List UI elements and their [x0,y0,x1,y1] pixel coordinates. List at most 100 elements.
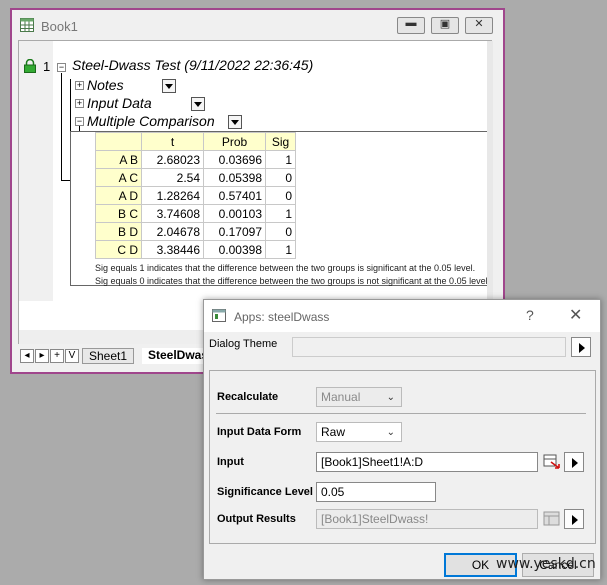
row-label[interactable]: B C [95,204,142,223]
restore-icon: ▣ [439,18,451,30]
sig-value[interactable]: 1 [265,150,296,169]
dialog-close-button[interactable]: ✕ [569,305,582,325]
prob-value[interactable]: 0.17097 [203,222,266,241]
app-window-icon [212,309,226,322]
add-sheet-button[interactable]: + [50,349,64,363]
table-header-row: t Prob Sig [95,132,296,151]
significance-level-field[interactable]: 0.05 [316,482,436,502]
recalculate-select[interactable]: Manual ⌄ [316,387,402,407]
table-row[interactable]: B D 2.04678 0.17097 0 [95,222,296,241]
row-label[interactable]: A C [95,168,142,187]
table-row[interactable]: A B 2.68023 0.03696 1 [95,150,296,169]
report-title: Steel-Dwass Test (9/11/2022 22:36:45) [72,57,314,73]
triangle-right-icon [572,515,578,525]
node-input-data[interactable]: Input Data [87,95,152,111]
theme-menu-button[interactable] [571,337,591,357]
collapse-report-toggle[interactable]: − [57,63,66,72]
input-range-field[interactable]: [Book1]Sheet1!A:D [316,452,538,472]
significance-level-label: Significance Level [217,486,313,498]
table-row[interactable]: A D 1.28264 0.57401 0 [95,186,296,205]
column-header[interactable] [95,132,142,151]
tab-sheet1[interactable]: Sheet1 [82,348,135,364]
prob-value[interactable]: 0.00398 [203,240,266,259]
footnote-sig-0: Sig equals 0 indicates that the differen… [95,276,487,286]
prob-value[interactable]: 0.05398 [203,168,266,187]
row-label[interactable]: B D [95,222,142,241]
node-notes[interactable]: Notes [87,77,124,93]
chevron-down-icon: ⌄ [386,427,395,438]
help-button[interactable]: ? [526,307,534,323]
row-gutter [19,41,53,301]
next-sheet-button[interactable]: ▸ [35,349,49,363]
recalculate-label: Recalculate [217,391,279,403]
book-title: Book1 [41,19,78,34]
table-row[interactable]: A C 2.54 0.05398 0 [95,168,296,187]
sig-value[interactable]: 0 [265,168,296,187]
table-row[interactable]: B C 3.74608 0.00103 1 [95,204,296,223]
column-header-prob[interactable]: Prob [203,132,266,151]
row-label[interactable]: C D [95,240,142,259]
row-number: 1 [43,59,51,74]
settings-panel: Recalculate Manual ⌄ Input Data Form Raw… [209,370,596,544]
input-data-dropdown-button[interactable] [191,97,205,111]
expand-input-data-toggle[interactable]: + [75,99,84,108]
notes-dropdown-button[interactable] [162,79,176,93]
row-label[interactable]: A B [95,150,142,169]
tree-line [61,73,62,181]
prob-value[interactable]: 0.57401 [203,186,266,205]
tree-line [61,180,70,181]
dialog-title: Apps: steelDwass [234,310,330,324]
dialog-titlebar[interactable]: Apps: steelDwass ? ✕ [204,300,600,332]
close-button[interactable]: ✕ [465,17,493,34]
steeldwass-dialog[interactable]: Apps: steelDwass ? ✕ Dialog Theme Recalc… [203,299,601,580]
sig-value[interactable]: 1 [265,204,296,223]
table-row[interactable]: C D 3.38446 0.00398 1 [95,240,296,259]
t-value[interactable]: 3.38446 [141,240,204,259]
chevron-down-icon: ⌄ [386,392,395,403]
divider [216,413,586,414]
t-value[interactable]: 1.28264 [141,186,204,205]
chevron-down-icon [165,84,173,89]
vertical-scrollbar[interactable] [487,41,493,330]
chevron-down-icon [194,102,202,107]
column-header-t[interactable]: t [141,132,204,151]
input-menu-button[interactable] [564,452,584,472]
footnote-sig-1: Sig equals 1 indicates that the differen… [95,263,476,273]
t-value[interactable]: 2.04678 [141,222,204,241]
input-data-form-select[interactable]: Raw ⌄ [316,422,402,442]
expand-notes-toggle[interactable]: + [75,81,84,90]
output-menu-button[interactable] [564,509,584,529]
sig-value[interactable]: 0 [265,186,296,205]
dialog-theme-select[interactable] [292,337,566,357]
collapse-multiple-comparison-toggle[interactable]: − [75,117,84,126]
multiple-comparison-table-box: t Prob Sig A B 2.68023 0.03696 1 A C 2.5… [70,131,488,286]
minimize-button[interactable]: ▬ [397,17,425,34]
multiple-comparison-dropdown-button[interactable] [228,115,242,129]
first-sheet-button[interactable]: ◂ [20,349,34,363]
input-data-form-value: Raw [321,425,346,439]
dialog-theme-label: Dialog Theme [209,338,278,350]
sig-value[interactable]: 0 [265,222,296,241]
chevron-down-icon [231,120,239,125]
column-header-sig[interactable]: Sig [265,132,296,151]
lock-icon[interactable] [23,59,37,73]
triangle-right-icon [579,343,585,353]
sig-value[interactable]: 1 [265,240,296,259]
output-results-field[interactable]: [Book1]SteelDwass! [316,509,538,529]
t-value[interactable]: 2.54 [141,168,204,187]
minimize-icon: ▬ [405,17,417,29]
prob-value[interactable]: 0.00103 [203,204,266,223]
prob-value[interactable]: 0.03696 [203,150,266,169]
t-value[interactable]: 2.68023 [141,150,204,169]
workbook-icon [20,18,34,32]
t-value[interactable]: 3.74608 [141,204,204,223]
results-table[interactable]: t Prob Sig A B 2.68023 0.03696 1 A C 2.5… [95,132,296,259]
row-label[interactable]: A D [95,186,142,205]
output-results-label: Output Results [217,513,296,525]
node-multiple-comparison[interactable]: Multiple Comparison [87,113,215,129]
restore-button[interactable]: ▣ [431,17,459,34]
book-titlebar[interactable]: Book1 ▬ ▣ ✕ [12,10,503,40]
sheet-list-button[interactable]: V [65,349,79,363]
select-range-icon[interactable] [543,453,561,471]
output-browse-icon[interactable] [543,510,561,528]
